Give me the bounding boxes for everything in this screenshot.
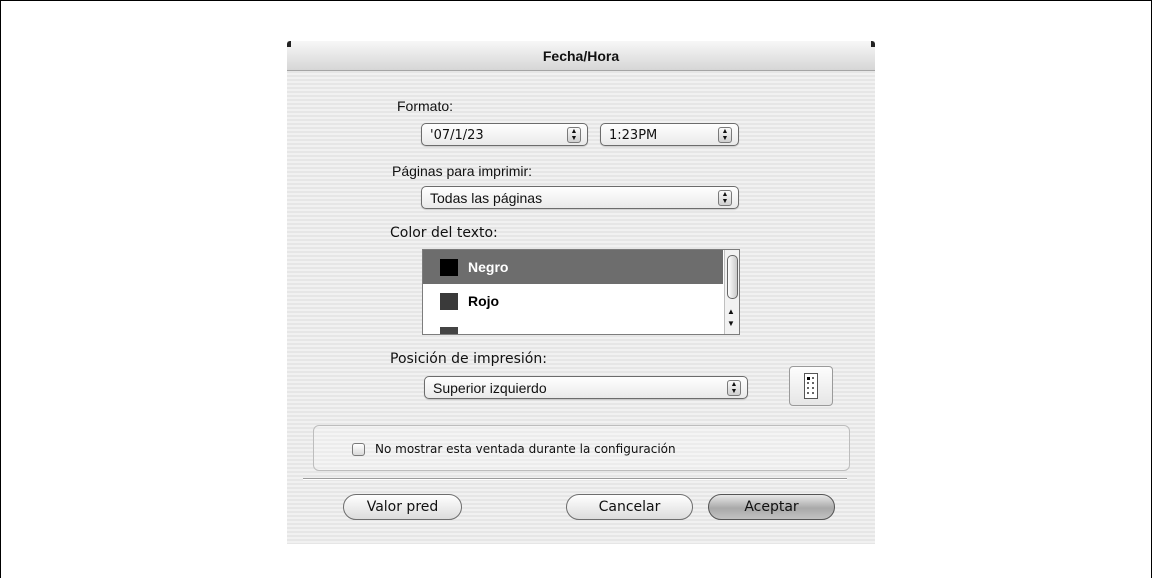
pages-select[interactable]: Todas las páginas ▲ ▼: [421, 186, 739, 209]
position-label: Posición de impresión:: [390, 351, 547, 367]
list-item-negro[interactable]: Negro: [423, 250, 723, 284]
color-swatch: [440, 259, 458, 276]
list-item-label: Negro: [468, 259, 509, 275]
time-format-select[interactable]: 1:23PM ▲ ▼: [600, 123, 739, 146]
format-label: Formato:: [397, 98, 454, 114]
title-bar-corner: [287, 41, 291, 47]
color-swatch: [440, 327, 458, 334]
default-values-button[interactable]: Valor pred: [343, 494, 462, 520]
popup-arrows-icon: ▲ ▼: [727, 380, 741, 396]
page-position-button[interactable]: [789, 366, 833, 406]
options-group: No mostrar esta ventada durante la confi…: [313, 425, 850, 471]
title-bar-corner: [871, 41, 875, 47]
page-position-icon: [804, 373, 818, 399]
scrollbar-thumb[interactable]: [727, 255, 738, 299]
cancel-button[interactable]: Cancelar: [566, 494, 693, 520]
list-item-rojo[interactable]: Rojo: [423, 284, 723, 318]
position-value: Superior izquierdo: [433, 380, 547, 396]
divider: [303, 478, 847, 480]
list-scrollbar[interactable]: ▲ ▼: [724, 250, 739, 334]
dialog-title: Fecha/Hora: [542, 48, 620, 64]
date-format-value: '07/1/23: [430, 128, 484, 143]
popup-arrows-icon: ▲ ▼: [718, 127, 732, 143]
position-select[interactable]: Superior izquierdo ▲ ▼: [424, 376, 748, 399]
time-format-value: 1:23PM: [609, 128, 658, 143]
pages-value: Todas las páginas: [430, 190, 543, 206]
dont-show-checkbox[interactable]: [352, 443, 365, 456]
popup-arrows-icon: ▲ ▼: [567, 127, 581, 143]
title-bar[interactable]: Fecha/Hora: [287, 41, 875, 71]
popup-arrows-icon: ▲ ▼: [718, 190, 732, 206]
pages-label: Páginas para imprimir:: [392, 163, 533, 179]
text-color-label: Color del texto:: [390, 225, 498, 241]
date-format-select[interactable]: '07/1/23 ▲ ▼: [421, 123, 588, 146]
accept-button[interactable]: Aceptar: [708, 494, 835, 520]
text-color-list[interactable]: Negro Rojo ▲ ▼: [422, 249, 740, 335]
color-swatch: [440, 293, 458, 310]
list-item-label: Rojo: [468, 293, 500, 309]
list-item-partial[interactable]: [423, 318, 723, 334]
dont-show-label[interactable]: No mostrar esta ventada durante la confi…: [375, 442, 676, 456]
scroll-up-icon[interactable]: ▲: [727, 308, 735, 316]
scroll-down-icon[interactable]: ▼: [727, 320, 735, 328]
